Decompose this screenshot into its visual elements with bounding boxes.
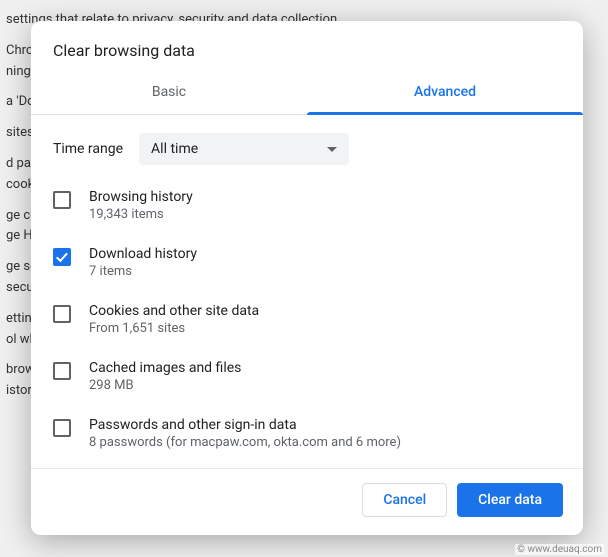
option-autofill: Auto-fill form data xyxy=(53,464,561,468)
option-title: Passwords and other sign-in data xyxy=(89,417,401,433)
option-passwords: Passwords and other sign-in data 8 passw… xyxy=(53,407,561,464)
option-subtitle: 298 MB xyxy=(89,378,241,393)
option-subtitle: From 1,651 sites xyxy=(89,321,259,336)
chevron-down-icon xyxy=(327,147,337,152)
dialog-title: Clear browsing data xyxy=(31,21,583,74)
option-subtitle: 8 passwords (for macpaw.com, okta.com an… xyxy=(89,435,401,450)
option-title: Cookies and other site data xyxy=(89,303,259,319)
checkbox-passwords[interactable] xyxy=(53,419,71,437)
dialog-footer: Cancel Clear data xyxy=(31,468,583,535)
option-subtitle: 7 items xyxy=(89,264,197,279)
checkbox-browsing-history[interactable] xyxy=(53,191,71,209)
tab-basic[interactable]: Basic xyxy=(31,74,307,114)
clear-data-button[interactable]: Clear data xyxy=(457,483,563,517)
dialog-tabs: Basic Advanced xyxy=(31,74,583,115)
tab-advanced[interactable]: Advanced xyxy=(307,74,583,114)
checkbox-cookies[interactable] xyxy=(53,305,71,323)
option-title: Browsing history xyxy=(89,189,193,205)
option-cookies: Cookies and other site data From 1,651 s… xyxy=(53,293,561,350)
option-browsing-history: Browsing history 19,343 items xyxy=(53,179,561,236)
clear-browsing-data-dialog: Clear browsing data Basic Advanced Time … xyxy=(31,21,583,535)
checkbox-download-history[interactable] xyxy=(53,248,71,266)
time-range-row: Time range All time xyxy=(53,133,561,165)
time-range-value: All time xyxy=(151,141,198,157)
watermark: © www.deuaq.com xyxy=(515,544,604,555)
checkbox-cache[interactable] xyxy=(53,362,71,380)
option-subtitle: 19,343 items xyxy=(89,207,193,222)
dialog-body: Time range All time Browsing history 19,… xyxy=(31,115,583,468)
option-cache: Cached images and files 298 MB xyxy=(53,350,561,407)
option-title: Cached images and files xyxy=(89,360,241,376)
cancel-button[interactable]: Cancel xyxy=(362,483,447,517)
option-download-history: Download history 7 items xyxy=(53,236,561,293)
option-title: Download history xyxy=(89,246,197,262)
time-range-label: Time range xyxy=(53,141,123,157)
time-range-select[interactable]: All time xyxy=(139,133,349,165)
